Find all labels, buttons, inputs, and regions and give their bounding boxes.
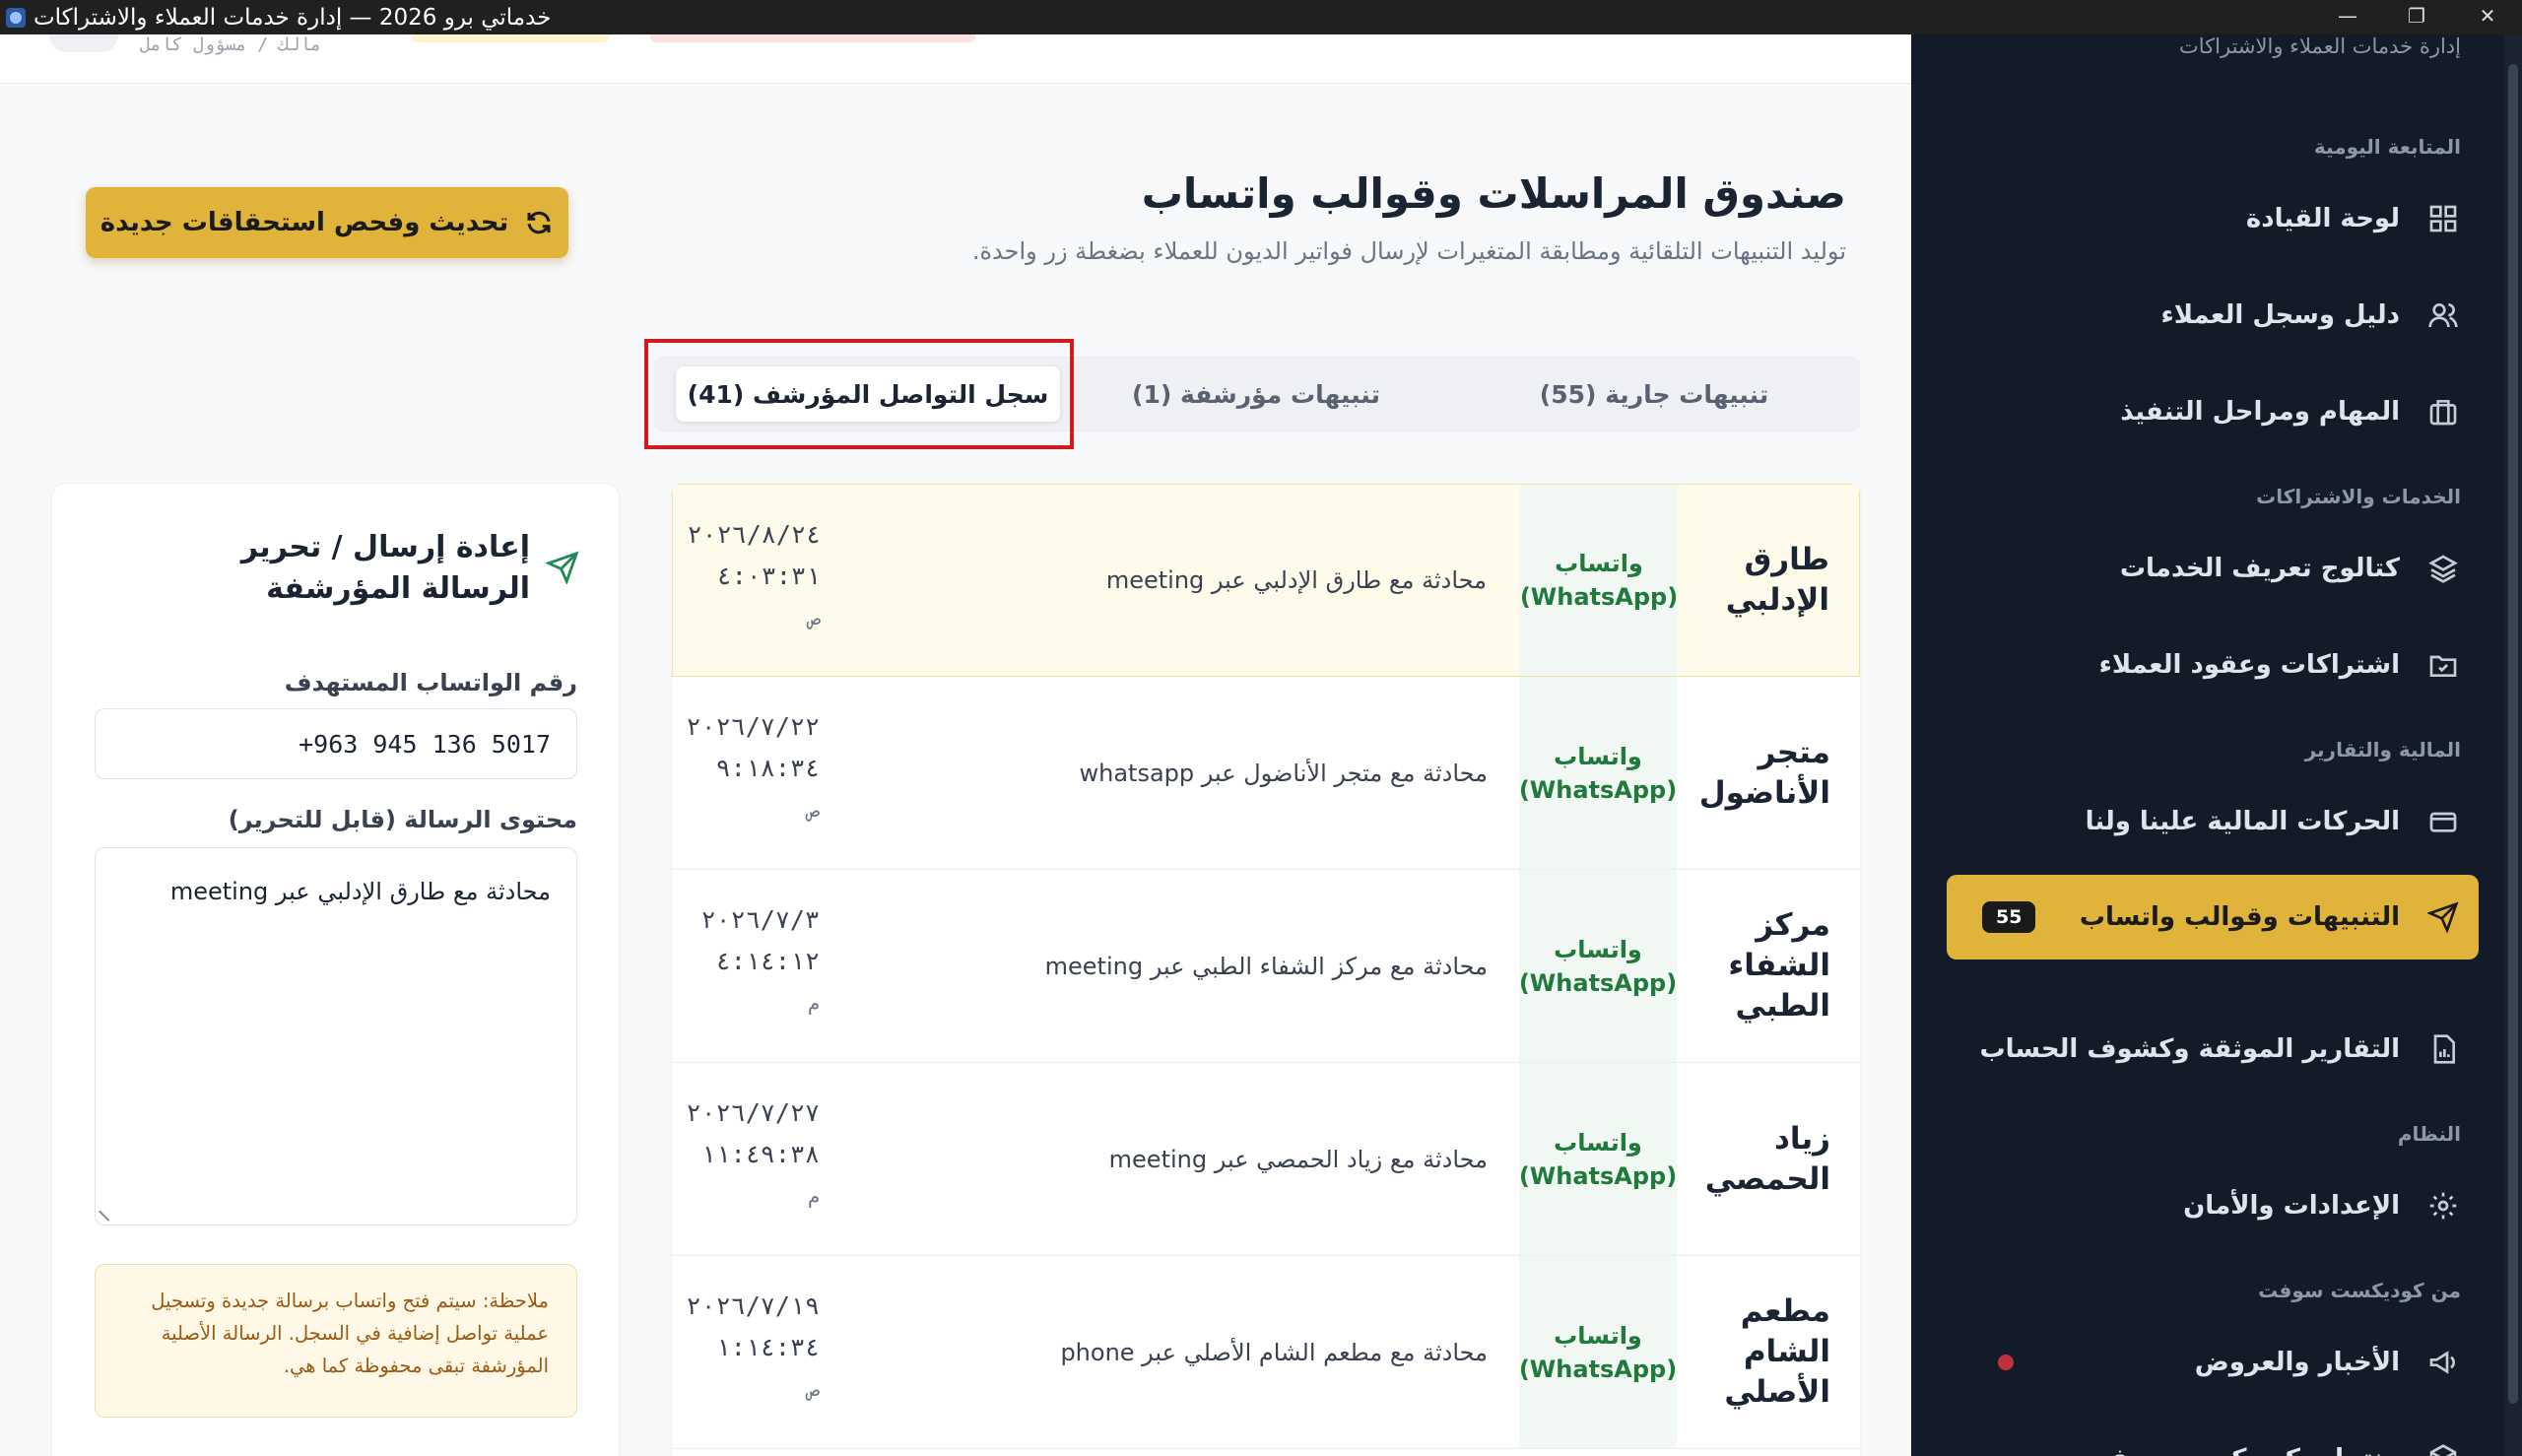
row-customer-name: طارق الإدلبي <box>1725 542 1829 618</box>
row-summary: محادثة مع مطعم الشام الأصلي عبر phone <box>1060 1338 1488 1366</box>
phone-label: رقم الواتساب المستهدف <box>284 669 577 696</box>
notification-dot <box>1998 1355 2014 1370</box>
row-customer-name: متجر الأناضول <box>1698 734 1830 811</box>
sidebar-item-subscriptions[interactable]: اشتراكات وعقود العملاء <box>1949 630 2461 699</box>
row-customer-name: زياد الحمصي <box>1704 1120 1830 1197</box>
sidebar-item-transactions[interactable]: الحركات المالية علينا ولنا <box>1949 787 2461 856</box>
refresh-button-label: تحديث وفحص استحقاقات جديدة <box>100 208 509 237</box>
folder-check-icon <box>2425 647 2461 683</box>
sidebar-item-label: الإعدادات والأمان <box>2183 1191 2400 1221</box>
info-note: ملاحظة: سيتم فتح واتساب برسالة جديدة وتس… <box>95 1264 577 1418</box>
sidebar-item-reports[interactable]: التقارير الموثقة وكشوف الحساب <box>1949 1015 2461 1084</box>
table-row[interactable]: طارق الإدلبي واتساب (WhatsApp) محادثة مع… <box>672 484 1860 677</box>
status-badge-danger <box>650 34 975 42</box>
top-header: مالك / مسؤول كامل <box>0 34 1911 84</box>
maximize-button[interactable]: ❐ <box>2387 0 2446 34</box>
dashboard-icon <box>2425 201 2461 236</box>
sidebar-item-dashboard[interactable]: لوحة القيادة <box>1949 184 2461 253</box>
message-textarea[interactable]: محادثة مع طارق الإدلبي عبر meeting <box>95 847 577 1225</box>
table-row[interactable]: مطعم الشام الأصلي واتساب (WhatsApp) محاد… <box>672 1256 1860 1449</box>
message-label: محتوى الرسالة (قابل للتحرير) <box>228 806 577 833</box>
refresh-button[interactable]: تحديث وفحص استحقاقات جديدة <box>86 187 568 258</box>
sidebar-item-products[interactable]: منتجات كوديكست سوفت <box>1949 1424 2461 1456</box>
row-datetime: ٢٠٢٦/٧/٣ ٤:١٤:١٢ م <box>700 905 820 1015</box>
row-datetime: ٢٠٢٦/٧/٢٧ ١١:٤٩:٣٨ م <box>686 1098 820 1208</box>
panel-title: إعادة إرسال / تحرير الرسالة المؤرشفة <box>240 530 530 606</box>
refresh-icon <box>527 211 551 234</box>
tab-archived-alerts[interactable]: تنبيهات مؤرشفة (1) <box>1064 366 1448 422</box>
close-window-button[interactable]: ✕ <box>2458 0 2517 34</box>
sidebar-item-label: كتالوج تعريف الخدمات <box>2119 554 2400 583</box>
page-subtitle: توليد التنبيهات التلقائية ومطابقة المتغي… <box>971 237 1846 265</box>
brand-subtitle: إدارة خدمات العملاء والاشتراكات <box>2179 34 2461 58</box>
sidebar-item-alerts[interactable]: التنبيهات وقوالب واتساب 55 <box>1947 875 2479 960</box>
table-row[interactable]: مركز الشفاء الطبي واتساب (WhatsApp) محاد… <box>672 870 1860 1063</box>
selection-highlight <box>644 339 1074 449</box>
briefcase-icon <box>2425 394 2461 430</box>
section-finance: المالية والتقارير <box>2304 738 2461 761</box>
section-daily: المتابعة اليومية <box>2313 135 2461 159</box>
section-system: النظام <box>2397 1122 2461 1146</box>
sidebar-item-news[interactable]: الأخبار والعروض <box>1949 1328 2461 1397</box>
row-channel: واتساب (WhatsApp) <box>1518 935 1678 997</box>
page-title: صندوق المراسلات وقوالب واتساب <box>1141 169 1846 218</box>
row-customer-name: مركز الشفاء الطبي <box>1728 907 1830 1024</box>
sidebar-item-customers[interactable]: دليل وسجل العملاء <box>1949 281 2461 350</box>
row-channel: واتساب (WhatsApp) <box>1518 1128 1678 1190</box>
sidebar-item-label: اشتراكات وعقود العملاء <box>2098 650 2400 680</box>
table-row[interactable]: زياد الحمصي واتساب (WhatsApp) محادثة مع … <box>672 1063 1860 1256</box>
row-channel: واتساب (WhatsApp) <box>1518 1321 1678 1383</box>
sidebar-item-catalog[interactable]: كتالوج تعريف الخدمات <box>1949 534 2461 603</box>
alerts-count-badge: 55 <box>1982 901 2036 933</box>
sidebar-item-label: الحركات المالية علينا ولنا <box>2085 807 2400 836</box>
user-role: مالك / مسؤول كامل <box>140 34 322 55</box>
sidebar: إدارة خدمات العملاء والاشتراكات المتابعة… <box>1911 34 2522 1456</box>
section-services: الخدمات والاشتراكات <box>2256 485 2461 508</box>
row-datetime: ٢٠٢٦/٧/٢٢ ٩:١٨:٣٤ ص <box>686 712 820 822</box>
gear-icon <box>2425 1188 2461 1224</box>
tab-active-alerts[interactable]: تنبيهات جارية (55) <box>1462 366 1846 422</box>
box-icon <box>2425 1441 2461 1456</box>
megaphone-icon <box>2425 1345 2461 1380</box>
avatar[interactable] <box>49 34 118 52</box>
resend-panel: إعادة إرسال / تحرير الرسالة المؤرشفة رقم… <box>52 484 619 1456</box>
sidebar-item-label: لوحة القيادة <box>2245 204 2400 233</box>
app-icon <box>6 8 26 28</box>
sidebar-item-tasks[interactable]: المهام ومراحل التنفيذ <box>1949 377 2461 446</box>
sidebar-scrollbar[interactable] <box>2504 34 2522 1456</box>
send-icon <box>544 551 579 586</box>
section-vendor: من كوديكست سوفت <box>2258 1279 2461 1302</box>
status-badge-warning <box>412 34 609 42</box>
row-channel: واتساب (WhatsApp) <box>1519 550 1679 611</box>
row-summary: محادثة مع زياد الحمصي عبر meeting <box>1108 1145 1488 1173</box>
row-summary: محادثة مع طارق الإدلبي عبر meeting <box>1105 566 1487 594</box>
minimize-button[interactable]: — <box>2318 0 2377 34</box>
users-icon <box>2425 298 2461 333</box>
sidebar-item-settings[interactable]: الإعدادات والأمان <box>1949 1171 2461 1240</box>
window-titlebar: خدماتي برو 2026 — إدارة خدمات العملاء وا… <box>0 0 2522 34</box>
row-summary: محادثة مع مركز الشفاء الطبي عبر meeting <box>1044 952 1488 980</box>
report-icon <box>2425 1031 2461 1067</box>
sidebar-item-label: دليل وسجل العملاء <box>2160 300 2400 330</box>
row-datetime: ٢٠٢٦/٧/١٩ ١:١٤:٣٤ ص <box>686 1291 820 1401</box>
sidebar-item-label: المهام ومراحل التنفيذ <box>2120 397 2400 427</box>
row-customer-name: مطعم الشام الأصلي <box>1724 1293 1830 1410</box>
table-row[interactable]: متجر الأناضول واتساب (WhatsApp) محادثة م… <box>672 677 1860 870</box>
row-datetime: ٢٠٢٦/٨/٢٤ ٤:٠٣:٣١ ص <box>687 520 821 629</box>
sidebar-item-label: الأخبار والعروض <box>2194 1348 2400 1377</box>
card-icon <box>2425 804 2461 839</box>
sidebar-item-label: التقارير الموثقة وكشوف الحساب <box>1979 1034 2400 1064</box>
row-summary: محادثة مع متجر الأناضول عبر whatsapp <box>1079 759 1488 787</box>
send-icon <box>2425 899 2461 935</box>
phone-field[interactable]: +963 945 136 5017 <box>95 708 577 779</box>
contact-log-table: طارق الإدلبي واتساب (WhatsApp) محادثة مع… <box>672 484 1860 1456</box>
row-channel: واتساب (WhatsApp) <box>1518 742 1678 804</box>
sidebar-item-label: منتجات كوديكست سوفت <box>2085 1444 2400 1456</box>
window-title: خدماتي برو 2026 — إدارة خدمات العملاء وا… <box>33 5 552 31</box>
sidebar-item-label: التنبيهات وقوالب واتساب <box>2079 902 2400 932</box>
layers-icon <box>2425 551 2461 586</box>
